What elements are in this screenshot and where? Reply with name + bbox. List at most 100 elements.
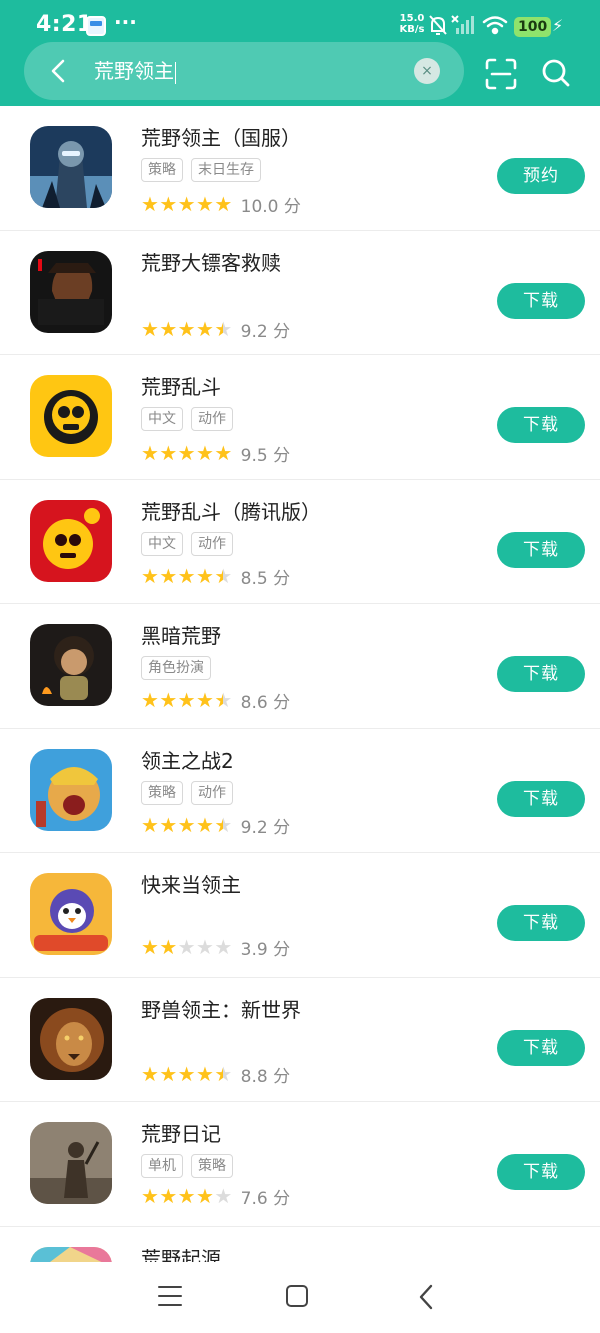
star-icon: ★ (177, 1184, 196, 1208)
search-results-list: 荒野领主（国服） 策略 末日生存 ★★★★★ 10.0 分 预约 荒野大镖客救赎 ★… (0, 106, 600, 1267)
star-icon: ★ (195, 316, 214, 341)
star-icon: ★ (159, 316, 178, 341)
network-speed: 15.0 KB/s (399, 13, 425, 35)
score-text: 8.6 分 (240, 693, 291, 713)
star-rating: ★★★★★ (141, 319, 233, 340)
app-icon-robot[interactable] (30, 126, 112, 208)
download-button[interactable]: 下载 (497, 282, 585, 319)
list-item[interactable]: 荒野大镖客救赎 ★★★★★ 9.2 分 下载 (0, 231, 600, 355)
star-icon: ★ (159, 688, 178, 712)
download-button[interactable]: 下载 (497, 1154, 585, 1190)
tag: 动作 (191, 531, 233, 556)
reserve-button[interactable]: 预约 (497, 158, 585, 194)
tag: 策略 (141, 780, 183, 805)
tag: 角色扮演 (141, 656, 211, 680)
clear-icon[interactable]: × (414, 58, 440, 84)
star-icon: ★ (177, 1061, 196, 1086)
list-item[interactable]: 领主之战2 策略 动作 ★★★★★ 9.2 分 下载 (0, 729, 600, 853)
star-icon: ★ (195, 192, 214, 216)
star-icon: ★ (214, 935, 233, 959)
app-name[interactable]: 领主之战2 (141, 745, 234, 774)
scan-icon[interactable] (484, 57, 518, 91)
download-button[interactable]: 下载 (497, 780, 585, 817)
list-item[interactable]: 荒野领主（国服） 策略 末日生存 ★★★★★ 10.0 分 预约 (0, 106, 600, 231)
star-icon: ★ (214, 812, 233, 837)
app-name[interactable]: 荒野大镖客救赎 (141, 247, 281, 276)
mute-bell-icon (429, 15, 447, 35)
rating: ★★★★★ 10.0 分 (141, 192, 301, 217)
app-icon-penguin[interactable] (30, 873, 112, 955)
download-button[interactable]: 下载 (497, 656, 585, 692)
nav-back-icon[interactable] (414, 1282, 440, 1312)
download-button[interactable]: 下载 (497, 531, 585, 568)
download-button[interactable]: 下载 (497, 1029, 585, 1066)
app-icon-skull-red[interactable] (30, 499, 112, 582)
list-item[interactable]: 黑暗荒野 角色扮演 ★★★★★ 8.6 分 下载 (0, 604, 600, 729)
star-icon: ★ (141, 688, 159, 712)
list-item[interactable]: 野兽领主：新世界 ★★★★★ 8.8 分 下载 (0, 978, 600, 1102)
star-icon: ★ (214, 192, 233, 216)
star-icon: ★ (195, 1061, 214, 1086)
app-icon-lion[interactable] (30, 997, 112, 1080)
list-item[interactable]: 荒野乱斗 中文 动作 ★★★★★ 9.5 分 下载 (0, 355, 600, 480)
search-input[interactable]: 荒野领主 (94, 58, 176, 84)
star-icon: ★ (141, 441, 159, 465)
back-arrow-icon[interactable] (44, 56, 74, 86)
star-icon: ★ (141, 563, 159, 588)
search-icon[interactable] (540, 57, 572, 89)
app-name[interactable]: 荒野乱斗（腾讯版） (141, 496, 321, 525)
app-icon-warrior[interactable] (30, 748, 112, 831)
star-icon: ★ (141, 1061, 159, 1086)
star-icon: ★ (141, 316, 159, 341)
app-icon-dark-child[interactable] (30, 624, 112, 706)
rating: ★★★★★ 8.6 分 (141, 688, 291, 713)
text-cursor (175, 61, 176, 84)
star-rating: ★★★★★ (141, 690, 233, 711)
star-icon: ★ (195, 563, 214, 588)
app-name[interactable]: 野兽领主：新世界 (141, 994, 301, 1023)
star-icon: ★ (177, 192, 196, 216)
app-name[interactable]: 荒野领主（国服） (141, 122, 301, 151)
home-icon[interactable] (286, 1285, 308, 1307)
app-name[interactable]: 荒野日记 (141, 1118, 221, 1147)
tag: 中文 (141, 531, 183, 556)
star-icon: ★ (177, 812, 196, 837)
calendar-notification-icon (86, 16, 106, 36)
star-rating: ★★★★★ (141, 1064, 233, 1085)
list-item[interactable]: 荒野起源 (0, 1227, 600, 1267)
more-notifications-indicator: ··· (114, 10, 137, 34)
search-bar[interactable]: 荒野领主 × (24, 42, 464, 100)
top-bar: 4:21 ··· 15.0 KB/s 100 ⚡ 荒野领主 × (0, 0, 600, 106)
star-icon: ★ (159, 563, 178, 588)
list-item[interactable]: 快来当领主 ★★★★★ 3.9 分 下载 (0, 853, 600, 978)
star-icon: ★ (141, 812, 159, 837)
rating: ★★★★★ 8.5 分 (141, 564, 290, 589)
app-name[interactable]: 黑暗荒野 (141, 620, 221, 649)
download-button[interactable]: 下载 (497, 905, 585, 941)
app-name[interactable]: 快来当领主 (141, 869, 241, 898)
score-text: 10.0 分 (240, 197, 301, 217)
app-icon-red-dead[interactable] (30, 250, 112, 333)
tag: 策略 (141, 158, 183, 182)
rating: ★★★★★ 3.9 分 (141, 935, 290, 960)
app-icon-skull-yellow[interactable] (30, 375, 112, 457)
rating: ★★★★★ 7.6 分 (141, 1184, 291, 1209)
app-name[interactable]: 荒野乱斗 (141, 371, 221, 400)
star-icon: ★ (195, 688, 214, 712)
list-item[interactable]: 荒野日记 单机 策略 ★★★★★ 7.6 分 下载 (0, 1102, 600, 1227)
app-icon-soldier[interactable] (30, 1122, 112, 1204)
list-item[interactable]: 荒野乱斗（腾讯版） 中文 动作 ★★★★★ 8.5 分 下载 (0, 480, 600, 604)
score-text: 9.2 分 (240, 817, 291, 838)
star-icon: ★ (159, 1184, 178, 1208)
download-button[interactable]: 下载 (497, 407, 585, 443)
status-time: 4:21 (36, 12, 93, 37)
tag-list: 单机 策略 (141, 1154, 241, 1178)
score-text: 7.6 分 (240, 1189, 291, 1209)
star-icon: ★ (195, 1184, 214, 1208)
star-icon: ★ (159, 812, 178, 837)
star-rating: ★★★★★ (141, 566, 233, 587)
star-icon: ★ (195, 441, 214, 465)
star-rating: ★★★★★ (141, 815, 233, 836)
star-icon: ★ (214, 441, 233, 465)
menu-icon[interactable] (158, 1286, 182, 1308)
